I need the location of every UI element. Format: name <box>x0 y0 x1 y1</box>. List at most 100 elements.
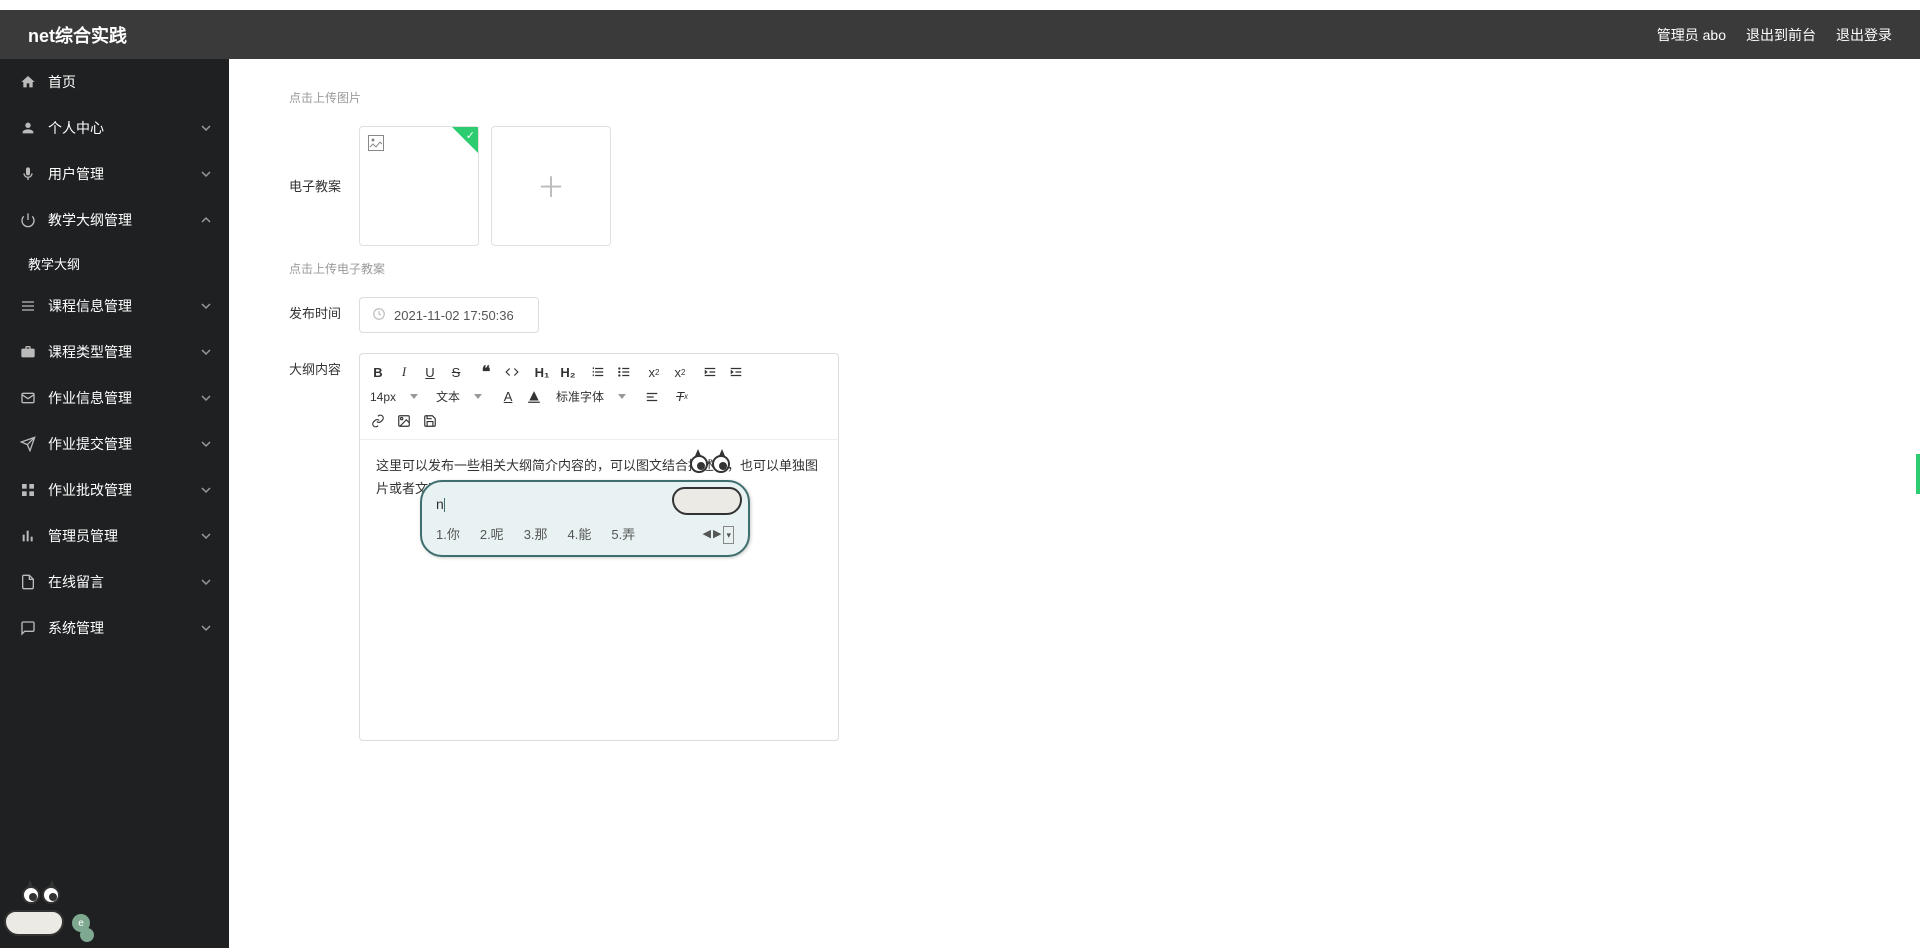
sidebar-item-users[interactable]: 用户管理 <box>0 151 229 197</box>
home-icon <box>20 74 36 90</box>
sidebar-item-label: 课程信息管理 <box>48 296 132 316</box>
ime-candidate[interactable]: 2.呢 <box>480 523 504 546</box>
h2-button[interactable]: H₂ <box>560 364 576 380</box>
ime-candidate[interactable]: 5.弄 <box>611 523 635 546</box>
save-button[interactable] <box>422 413 438 429</box>
briefcase-icon <box>20 344 36 360</box>
upload-image-hint: 点击上传图片 <box>289 89 1069 106</box>
bold-button[interactable]: B <box>370 364 386 380</box>
subscript-button[interactable]: x2 <box>646 364 662 380</box>
unordered-list-button[interactable] <box>616 364 632 380</box>
quote-button[interactable]: ❝ <box>478 364 494 380</box>
chat-icon <box>20 620 36 636</box>
underline-button[interactable]: U <box>422 364 438 380</box>
sidebar-item-label: 作业批改管理 <box>48 480 132 500</box>
ime-candidate[interactable]: 3.那 <box>524 523 548 546</box>
sidebar-item-admin[interactable]: 管理员管理 <box>0 513 229 559</box>
superscript-button[interactable]: x2 <box>672 364 688 380</box>
sidebar-item-messages[interactable]: 在线留言 <box>0 559 229 605</box>
grid-icon <box>20 482 36 498</box>
user-label[interactable]: 管理员 abo <box>1657 25 1726 45</box>
publish-time-input[interactable]: 2021-11-02 17:50:36 <box>359 297 539 333</box>
sidebar-item-home[interactable]: 首页 <box>0 59 229 105</box>
font-family-select[interactable]: 标准字体 <box>556 388 630 405</box>
ime-mascot-icon <box>678 447 758 517</box>
mic-icon <box>20 166 36 182</box>
bars-icon <box>20 528 36 544</box>
list-icon <box>20 298 36 314</box>
ime-prev-button[interactable]: ◀ <box>703 525 711 545</box>
code-button[interactable] <box>504 364 520 380</box>
clear-format-button[interactable]: Tx <box>674 389 690 405</box>
chevron-down-icon <box>201 528 211 544</box>
outline-content-label: 大纲内容 <box>289 353 359 378</box>
uploaded-file-card[interactable] <box>359 126 479 246</box>
app-title: net综合实践 <box>28 22 1657 48</box>
scroll-indicator <box>1916 454 1920 494</box>
sidebar-item-homework-submit[interactable]: 作业提交管理 <box>0 421 229 467</box>
sidebar-item-label: 系统管理 <box>48 618 104 638</box>
sidebar-item-label: 在线留言 <box>48 572 104 592</box>
chevron-down-icon <box>201 436 211 452</box>
sidebar-item-personal[interactable]: 个人中心 <box>0 105 229 151</box>
chevron-down-icon <box>201 298 211 314</box>
sidebar-item-label: 首页 <box>48 72 76 92</box>
chevron-down-icon <box>201 390 211 406</box>
main-content: 点击上传图片 电子教案 ＋ 点击上 <box>229 59 1920 948</box>
font-size-select[interactable]: 14px <box>370 390 422 404</box>
publish-time-value: 2021-11-02 17:50:36 <box>394 308 514 323</box>
bg-color-button[interactable] <box>526 389 542 405</box>
chevron-down-icon <box>201 166 211 182</box>
send-icon <box>20 436 36 452</box>
editor-textarea[interactable]: 这里可以发布一些相关大纲简介内容的，可以图文结合描述的，也可以单独图片或者文字描… <box>360 440 838 740</box>
sidebar-item-homework-info[interactable]: 作业信息管理 <box>0 375 229 421</box>
power-icon <box>20 212 36 228</box>
sidebar-item-label: 课程类型管理 <box>48 342 132 362</box>
outdent-button[interactable] <box>702 364 718 380</box>
sidebar-item-homework-grade[interactable]: 作业批改管理 <box>0 467 229 513</box>
sidebar-subitem-outline[interactable]: 教学大纲 <box>0 243 229 283</box>
sidebar-item-course-type[interactable]: 课程类型管理 <box>0 329 229 375</box>
ime-dropdown-button[interactable]: ▾ <box>723 526 734 544</box>
chevron-down-icon <box>201 482 211 498</box>
sidebar-item-outline[interactable]: 教学大纲管理 <box>0 197 229 243</box>
sidebar-item-label: 管理员管理 <box>48 526 118 546</box>
lesson-plan-label: 电子教案 <box>289 126 359 195</box>
user-icon <box>20 120 36 136</box>
sidebar-item-system[interactable]: 系统管理 <box>0 605 229 651</box>
sidebar-item-label: 作业提交管理 <box>48 434 132 454</box>
chevron-up-icon <box>201 212 211 228</box>
sidebar-item-course-info[interactable]: 课程信息管理 <box>0 283 229 329</box>
ime-candidate[interactable]: 4.能 <box>568 523 592 546</box>
image-button[interactable] <box>396 413 412 429</box>
chevron-down-icon <box>201 120 211 136</box>
plus-icon: ＋ <box>537 166 565 206</box>
sidebar-item-label: 教学大纲管理 <box>48 210 132 230</box>
h1-button[interactable]: H₁ <box>534 364 550 380</box>
mail-icon <box>20 390 36 406</box>
rich-text-editor: B I U S ❝ H₁ <box>359 353 839 741</box>
indent-button[interactable] <box>728 364 744 380</box>
ordered-list-button[interactable] <box>590 364 606 380</box>
header: net综合实践 管理员 abo 退出到前台 退出登录 <box>0 10 1920 59</box>
font-color-button[interactable]: A <box>500 389 516 405</box>
sidebar-item-label: 作业信息管理 <box>48 388 132 408</box>
chevron-down-icon <box>201 620 211 636</box>
paragraph-format-select[interactable]: 文本 <box>436 388 486 405</box>
upload-plan-hint: 点击上传电子教案 <box>289 260 1069 277</box>
to-frontend-link[interactable]: 退出到前台 <box>1746 25 1816 45</box>
publish-time-label: 发布时间 <box>289 297 359 322</box>
mascot-icon: e <box>4 880 94 940</box>
sidebar-subitem-label: 教学大纲 <box>28 254 80 273</box>
ime-candidate[interactable]: 1.你 <box>436 523 460 546</box>
italic-button[interactable]: I <box>396 364 412 380</box>
sidebar-item-label: 个人中心 <box>48 118 104 138</box>
link-button[interactable] <box>370 413 386 429</box>
logout-link[interactable]: 退出登录 <box>1836 25 1892 45</box>
strike-button[interactable]: S <box>448 364 464 380</box>
upload-add-button[interactable]: ＋ <box>491 126 611 246</box>
align-button[interactable] <box>644 389 660 405</box>
ime-next-button[interactable]: ▶ <box>713 525 721 545</box>
chevron-down-icon <box>201 574 211 590</box>
clock-icon <box>372 307 386 324</box>
